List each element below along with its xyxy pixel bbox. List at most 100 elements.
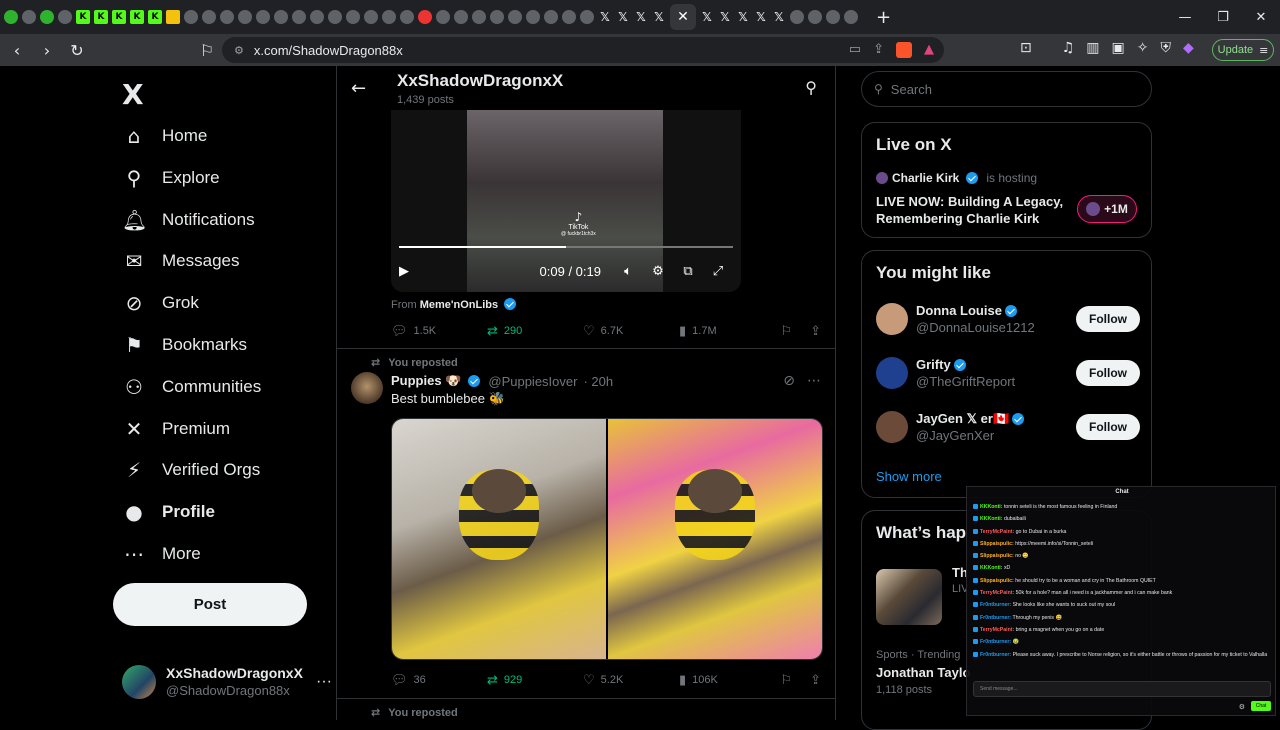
brave-shields-icon[interactable] [896,42,912,58]
author-handle[interactable]: @PuppiesIover [488,374,577,389]
browser-tab[interactable]: K [148,10,162,24]
x-logo[interactable]: X [122,78,144,111]
extension-icon[interactable]: ◆ [1183,40,1194,56]
sidebar-icon[interactable]: ▥ [1086,40,1099,56]
share-button[interactable]: ⇪ [810,324,821,339]
browser-tab[interactable] [58,10,72,24]
avatar[interactable] [351,372,383,404]
browser-tab[interactable] [808,10,822,24]
browser-tab[interactable] [562,10,576,24]
chat-username[interactable]: KKKonti: [980,565,1002,571]
author-name[interactable]: Puppies 🐶 [391,373,461,389]
browser-tab[interactable] [490,10,504,24]
show-more-link[interactable]: Show more [876,469,942,484]
browser-tab[interactable]: 𝕏 [652,10,666,24]
chat-send-button[interactable]: Chat [1251,701,1271,711]
browser-tab[interactable] [472,10,486,24]
browser-tab[interactable] [844,10,858,24]
browser-tab[interactable] [580,10,594,24]
browser-tab[interactable]: 𝕏 [616,10,630,24]
nav-item-premium[interactable]: ✕ Premium [122,409,230,449]
browser-tab[interactable] [166,10,180,24]
chat-username[interactable]: TerryMcPaint: [980,529,1014,535]
forward-button[interactable]: › [34,37,60,63]
nav-item-verified-orgs[interactable]: ⚡ Verified Orgs [122,450,260,490]
chat-input[interactable]: Send message... [973,681,1271,697]
pip-icon[interactable]: ⧉ [673,264,703,279]
chat-username[interactable]: Slippaispulic: [980,541,1014,547]
nav-item-explore[interactable]: ⚲ Explore [122,158,220,198]
browser-tab[interactable] [274,10,288,24]
video-progress-bar[interactable] [399,246,733,248]
browser-tab[interactable]: 𝕏 [736,10,750,24]
browser-tab[interactable]: 𝕏 [700,10,714,24]
views-button[interactable]: ▮ 1.7M [679,324,775,339]
search-icon[interactable]: ⚲ [805,78,817,97]
browser-tab[interactable] [184,10,198,24]
browser-tab[interactable] [22,10,36,24]
settings-icon[interactable]: ⚙ [643,264,673,279]
rewards-icon[interactable]: ▲ [924,42,934,58]
share-button[interactable]: ⇪ [810,673,821,688]
account-switcher[interactable]: XxShadowDragonxX @ShadowDragon88x ··· [122,664,332,700]
ai-icon[interactable]: ✧ [1137,40,1149,56]
chat-username[interactable]: Fr0ntburner: [980,615,1011,621]
active-tab[interactable]: ✕ [670,4,696,30]
repost-button[interactable]: ⇄ 290 [487,324,583,339]
nav-item-messages[interactable]: ✉ Messages [122,241,240,281]
live-stream-title[interactable]: LIVE NOW: Building A Legacy, Remembering… [876,193,1076,227]
browser-tab[interactable]: 𝕏 [772,10,786,24]
browser-tab[interactable] [400,10,414,24]
more-icon[interactable]: ··· [316,673,332,691]
browser-tab[interactable] [790,10,804,24]
minimize-button[interactable]: — [1166,0,1204,34]
update-button[interactable]: Update ≡ [1212,39,1274,61]
more-icon[interactable]: ⋯ [807,373,821,389]
cast-icon[interactable]: ▭ [849,42,861,58]
browser-tab[interactable] [202,10,216,24]
chat-username[interactable]: Fr0ntburner: [980,639,1011,645]
like-button[interactable]: ♡ 6.7K [583,324,679,339]
chat-username[interactable]: Slippaispulic: [980,553,1014,559]
play-icon[interactable]: ▶ [399,264,419,279]
trend-title[interactable]: Jonathan Taylo [876,665,970,680]
browser-tab[interactable] [364,10,378,24]
browser-tab[interactable] [544,10,558,24]
like-button[interactable]: ♡ 5.2K [583,673,679,688]
browser-tab[interactable] [220,10,234,24]
browser-tab[interactable] [454,10,468,24]
back-arrow-icon[interactable]: ← [351,78,366,99]
reply-button[interactable]: 💬︎ 36 [391,673,487,688]
url-field[interactable]: ⚙ x.com/ShadowDragon88x ▭ ⇪ ▲ [222,37,944,63]
suggestion-item[interactable]: Grifty @TheGriftReport Follow [876,353,1140,393]
reload-button[interactable]: ↻ [64,37,90,63]
browser-tab[interactable] [508,10,522,24]
maximize-button[interactable]: ❐ [1204,0,1242,34]
new-tab-button[interactable]: + [876,7,891,28]
close-window-button[interactable]: ✕ [1242,0,1280,34]
browser-tab[interactable]: K [94,10,108,24]
follow-button[interactable]: Follow [1076,414,1140,440]
browser-tab[interactable]: 𝕏 [598,10,612,24]
browser-tab[interactable] [292,10,306,24]
browser-tab[interactable] [40,10,54,24]
grok-icon[interactable]: ⊘ [783,373,795,389]
nav-item-profile[interactable]: ● Profile [122,492,215,532]
bookmark-button[interactable]: ⚐ [780,673,792,688]
chat-username[interactable]: TerryMcPaint: [980,627,1014,633]
browser-tab[interactable]: K [76,10,90,24]
back-button[interactable]: ‹ [4,37,30,63]
chat-username[interactable]: Fr0ntburner: [980,602,1011,608]
source-account-link[interactable]: Meme'nOnLibs [420,299,498,311]
screenshot-icon[interactable]: ⊡ [1020,40,1032,56]
follow-button[interactable]: Follow [1076,306,1140,332]
browser-tab[interactable] [4,10,18,24]
search-input[interactable]: ⚲ Search [861,71,1152,107]
browser-tab[interactable] [418,10,432,24]
follow-button[interactable]: Follow [1076,360,1140,386]
live-listeners-badge[interactable]: +1M [1077,195,1137,223]
post-button[interactable]: Post [113,583,307,626]
tweet-time[interactable]: · 20h [583,374,613,389]
chat-username[interactable]: KKKonti: [980,516,1002,522]
chat-username[interactable]: Fr0ntburner: [980,652,1011,658]
